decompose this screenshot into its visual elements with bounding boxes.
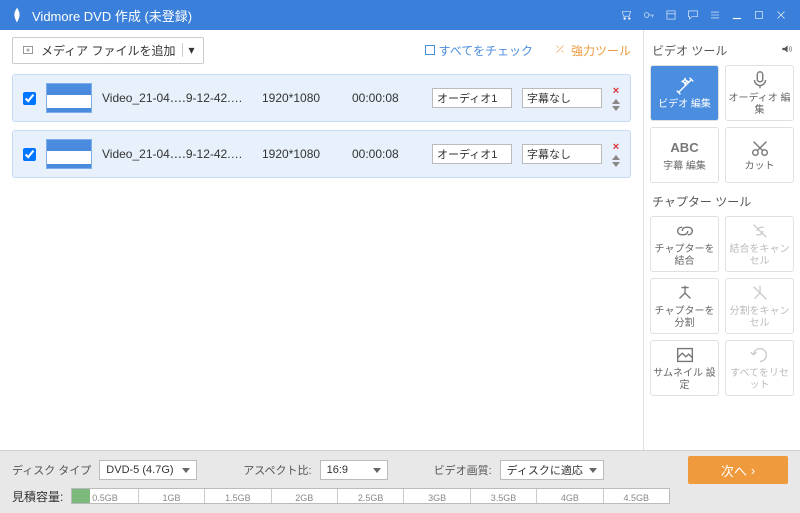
reset-all-tool[interactable]: すべてをリセット — [725, 340, 794, 396]
move-down-icon[interactable] — [612, 162, 620, 167]
check-all-toggle[interactable]: すべてをチェック — [425, 42, 533, 59]
file-duration: 00:00:08 — [352, 91, 422, 105]
speaker-icon[interactable] — [780, 42, 794, 59]
scissors-icon — [749, 137, 771, 159]
video-tools-header: ビデオ ツール — [652, 42, 794, 59]
cart-icon[interactable] — [616, 4, 638, 26]
file-duration: 00:00:08 — [352, 147, 422, 161]
minimize-icon[interactable] — [726, 4, 748, 26]
file-row[interactable]: Video_21-04‥‥9-12-42.mp4 1920*1080 00:00… — [12, 130, 631, 178]
power-tool-label: 強力ツール — [571, 42, 631, 59]
plus-icon — [21, 43, 35, 57]
subtitle-edit-tool[interactable]: ABC 字幕 編集 — [650, 127, 719, 183]
cancel-merge-tool[interactable]: 結合をキャンセル — [725, 216, 794, 272]
undo-icon — [749, 344, 771, 366]
add-media-button[interactable]: メディア ファイルを追加 ▾ — [12, 37, 204, 64]
subtitle-select[interactable]: 字幕なし — [522, 144, 602, 164]
wand-icon — [674, 75, 696, 97]
gauge-tick: 0.5GB — [72, 489, 138, 503]
disc-type-label: ディスク タイプ — [12, 462, 91, 478]
split-chapter-tool[interactable]: チャプターを分割 — [650, 278, 719, 334]
disc-type-select[interactable]: DVD-5 (4.7G) — [99, 460, 197, 480]
cancel-split-tool[interactable]: 分割をキャンセル — [725, 278, 794, 334]
feedback-icon[interactable] — [682, 4, 704, 26]
next-button[interactable]: 次へ › — [688, 456, 788, 484]
gauge-tick: 2.5GB — [338, 489, 404, 503]
move-up-icon[interactable] — [612, 155, 620, 160]
file-resolution: 1920*1080 — [262, 147, 342, 161]
capacity-label: 見積容量: — [12, 488, 63, 505]
row-checkbox[interactable] — [23, 92, 36, 105]
subtitle-select[interactable]: 字幕なし — [522, 88, 602, 108]
file-resolution: 1920*1080 — [262, 91, 342, 105]
close-icon[interactable] — [770, 4, 792, 26]
audio-select[interactable]: オーディオ1 — [432, 144, 512, 164]
link-icon — [674, 220, 696, 242]
toolbar: メディア ファイルを追加 ▾ すべてをチェック 強力ツール — [0, 30, 643, 70]
unlink-icon — [749, 220, 771, 242]
tools-icon — [553, 42, 567, 59]
move-down-icon[interactable] — [612, 106, 620, 111]
file-name: Video_21-04‥‥9-12-42.mp4 — [102, 147, 252, 161]
video-thumbnail — [46, 83, 92, 113]
thumbnail-tool[interactable]: サムネイル 設定 — [650, 340, 719, 396]
image-icon — [674, 344, 696, 366]
audio-edit-tool[interactable]: オーディオ 編集 — [725, 65, 794, 121]
add-media-label: メディア ファイルを追加 — [41, 42, 176, 59]
split-icon — [674, 282, 696, 304]
tool-sidebar: ビデオ ツール ビデオ 編集 オーディオ 編集 ABC 字幕 編集 カット チャ… — [643, 30, 800, 450]
gauge-tick: 4.5GB — [604, 489, 669, 503]
maximize-icon[interactable] — [748, 4, 770, 26]
file-row[interactable]: Video_21-04‥‥9-12-42.mp4 1920*1080 00:00… — [12, 74, 631, 122]
move-up-icon[interactable] — [612, 99, 620, 104]
arrow-right-icon: › — [751, 463, 755, 478]
chevron-down-icon[interactable]: ▾ — [182, 43, 195, 57]
titlebar: Vidmore DVD 作成 (未登録) — [0, 0, 800, 30]
chevron-down-icon — [589, 468, 597, 473]
power-tool-button[interactable]: 強力ツール — [553, 42, 631, 59]
bottom-bar: ディスク タイプ DVD-5 (4.7G) アスペクト比: 16:9 ビデオ画質… — [0, 450, 800, 513]
gauge-tick: 1.5GB — [205, 489, 271, 503]
row-checkbox[interactable] — [23, 148, 36, 161]
microphone-icon — [749, 69, 771, 91]
content-area: メディア ファイルを追加 ▾ すべてをチェック 強力ツール Video_21-0… — [0, 30, 643, 450]
unsplit-icon — [749, 282, 771, 304]
gauge-tick: 2GB — [272, 489, 338, 503]
app-logo-icon — [8, 6, 26, 24]
chevron-down-icon — [182, 468, 190, 473]
key-icon[interactable] — [638, 4, 660, 26]
chevron-down-icon — [373, 468, 381, 473]
check-all-label: すべてをチェック — [439, 42, 533, 59]
quality-select[interactable]: ディスクに適応 — [500, 460, 604, 480]
aspect-select[interactable]: 16:9 — [320, 460, 388, 480]
gauge-tick: 1GB — [139, 489, 205, 503]
checkbox-icon — [425, 45, 435, 55]
video-thumbnail — [46, 139, 92, 169]
aspect-label: アスペクト比: — [243, 462, 311, 478]
remove-row-button[interactable]: × — [613, 85, 619, 97]
file-name: Video_21-04‥‥9-12-42.mp4 — [102, 91, 252, 105]
video-edit-tool[interactable]: ビデオ 編集 — [650, 65, 719, 121]
merge-chapter-tool[interactable]: チャプターを結合 — [650, 216, 719, 272]
gauge-tick: 4GB — [537, 489, 603, 503]
text-icon: ABC — [674, 137, 696, 159]
menu-icon[interactable] — [704, 4, 726, 26]
history-icon[interactable] — [660, 4, 682, 26]
app-title: Vidmore DVD 作成 (未登録) — [32, 6, 192, 25]
cut-tool[interactable]: カット — [725, 127, 794, 183]
audio-select[interactable]: オーディオ1 — [432, 88, 512, 108]
gauge-tick: 3GB — [404, 489, 470, 503]
capacity-gauge: 0.5GB 1GB 1.5GB 2GB 2.5GB 3GB 3.5GB 4GB … — [71, 488, 670, 504]
file-list: Video_21-04‥‥9-12-42.mp4 1920*1080 00:00… — [0, 70, 643, 190]
remove-row-button[interactable]: × — [613, 141, 619, 153]
chapter-tools-header: チャプター ツール — [652, 193, 794, 210]
gauge-tick: 3.5GB — [471, 489, 537, 503]
quality-label: ビデオ画質: — [434, 462, 492, 478]
